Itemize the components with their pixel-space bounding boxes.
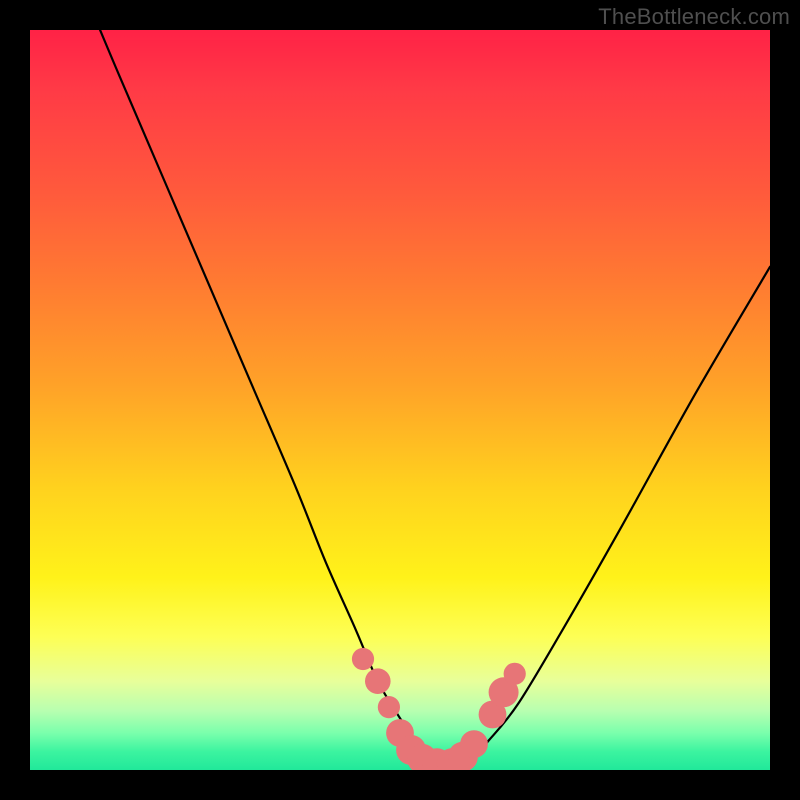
chart-frame: TheBottleneck.com [0, 0, 800, 800]
highlight-markers [352, 648, 526, 770]
marker-dot [365, 668, 391, 694]
chart-svg [30, 30, 770, 770]
bottleneck-curve [30, 30, 770, 764]
plot-area [30, 30, 770, 770]
marker-dot [460, 730, 488, 758]
watermark-text: TheBottleneck.com [598, 4, 790, 30]
marker-dot [504, 663, 526, 685]
marker-dot [378, 696, 400, 718]
marker-dot [352, 648, 374, 670]
